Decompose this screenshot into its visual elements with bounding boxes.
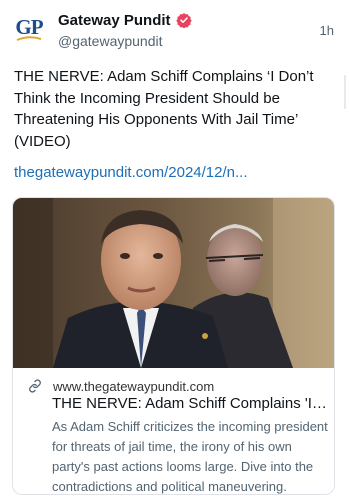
- author-display-name[interactable]: Gateway Pundit: [58, 12, 171, 29]
- scroll-indicator: [344, 75, 346, 109]
- link-preview-card[interactable]: www.thegatewaypundit.com THE NERVE: Adam…: [12, 197, 335, 495]
- avatar-swoosh-icon: [16, 36, 42, 41]
- card-domain[interactable]: www.thegatewaypundit.com: [53, 379, 214, 394]
- author-name-row[interactable]: Gateway Pundit: [58, 10, 192, 30]
- verified-badge-icon: [175, 13, 192, 28]
- author-handle[interactable]: @gatewaypundit: [58, 33, 163, 49]
- card-domain-row[interactable]: www.thegatewaypundit.com: [27, 378, 214, 394]
- post-link[interactable]: thegatewaypundit.com/2024/12/n...: [14, 164, 248, 181]
- post-timestamp[interactable]: 1h: [320, 23, 334, 38]
- avatar-logo-text: GP: [15, 15, 43, 39]
- card-description: As Adam Schiff criticizes the incoming p…: [52, 419, 328, 494]
- avatar[interactable]: GP: [12, 12, 46, 46]
- post-text: THE NERVE: Adam Schiff Complains ‘I Don’…: [14, 68, 314, 150]
- card-title[interactable]: THE NERVE: Adam Schiff Complains 'I Don’…: [52, 395, 327, 412]
- post[interactable]: GP Gateway Pundit @gatewaypundit 1h THE …: [0, 0, 349, 500]
- link-icon: [29, 379, 41, 393]
- card-thumbnail-image[interactable]: [13, 198, 334, 368]
